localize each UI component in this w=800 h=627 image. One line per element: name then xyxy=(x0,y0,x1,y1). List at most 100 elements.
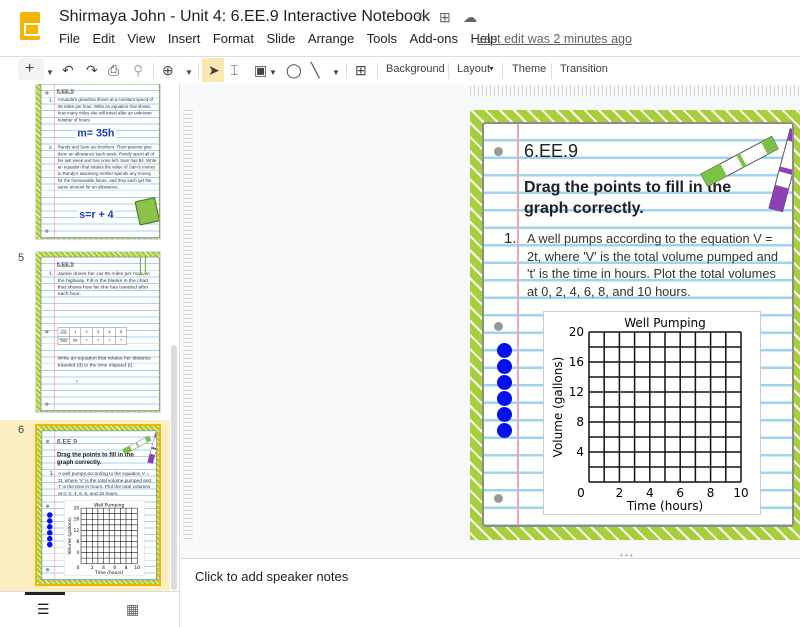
line-dropdown-icon[interactable]: ▼ xyxy=(332,65,340,81)
new-slide-button[interactable]: + xyxy=(18,58,44,80)
menu-view[interactable]: View xyxy=(127,31,155,46)
question-text: Amanda's grandma drives at a constant sp… xyxy=(57,97,154,123)
slide-number-6: 6 xyxy=(18,424,25,436)
menu-slide[interactable]: Slide xyxy=(267,31,296,46)
transition-button[interactable]: Transition xyxy=(560,63,608,75)
question-text: A well pumps according to the equation V… xyxy=(58,470,151,496)
x-axis-label: Time (hours) xyxy=(626,499,703,513)
draggable-point[interactable] xyxy=(497,391,512,406)
layout-dropdown-icon[interactable]: ▼ xyxy=(488,66,495,73)
cloud-status-icon[interactable]: ☁ xyxy=(463,9,477,26)
document-title[interactable]: Shirmaya John - Unit 4: 6.EE.9 Interacti… xyxy=(59,8,430,26)
layout-button[interactable]: Layout xyxy=(457,63,490,75)
filmstrip-view-icon[interactable]: ☰ xyxy=(37,601,50,618)
y-axis-label: Volume (gallons) xyxy=(551,357,565,458)
slide-5: 6.EE.9 1. Jackie drives her car 65 miles… xyxy=(36,252,160,412)
question-text[interactable]: A well pumps according to the equation V… xyxy=(527,230,789,300)
x-tick-label: 10 xyxy=(134,565,140,571)
text-box-icon[interactable]: ⌶ xyxy=(230,62,238,78)
print-icon[interactable]: ⎙ xyxy=(108,62,119,78)
draggable-point[interactable] xyxy=(497,423,512,438)
zoom-dropdown-icon[interactable]: ▼ xyxy=(185,65,193,81)
shape-icon[interactable]: ◯ xyxy=(286,62,302,78)
standard-code: 6.EE.9 xyxy=(56,261,74,268)
new-slide-dropdown-icon[interactable]: ▼ xyxy=(46,65,54,81)
x-tick-label: 0 xyxy=(77,565,80,571)
draggable-point xyxy=(46,524,53,530)
grid-view-icon[interactable]: ▦ xyxy=(126,601,139,618)
last-edit-link[interactable]: Last edit was 2 minutes ago xyxy=(477,32,632,46)
menu-edit[interactable]: Edit xyxy=(92,31,114,46)
view-switcher: ☰ ▦ xyxy=(0,591,180,627)
markers-image[interactable] xyxy=(689,124,794,219)
draggable-point[interactable] xyxy=(497,375,512,390)
paint-format-icon[interactable]: ⚲ xyxy=(133,62,143,78)
zoom-icon[interactable]: ⊕ xyxy=(162,62,174,78)
markers-image xyxy=(122,432,157,464)
chart-title: Well Pumping xyxy=(94,502,124,508)
chart-svg: Well Pumping0 2 4 6 8 1048121620Time (hours)V… xyxy=(67,502,140,576)
undo-icon[interactable]: ↶ xyxy=(62,62,74,78)
plus-icon: + xyxy=(25,60,35,77)
y-tick-label: 8 xyxy=(76,539,79,545)
draggable-point[interactable] xyxy=(497,407,512,422)
menu-file[interactable]: File xyxy=(59,31,80,46)
y-tick-label: 16 xyxy=(569,355,584,369)
image-icon[interactable]: ▣ xyxy=(254,62,267,78)
slides-logo[interactable] xyxy=(20,12,40,40)
y-tick-label: 16 xyxy=(74,517,80,523)
question-number: 1. xyxy=(48,269,54,276)
select-tool-button[interactable]: ➤ xyxy=(202,58,224,82)
answer-text: ? xyxy=(75,380,79,385)
speaker-notes[interactable]: Click to add speaker notes xyxy=(181,558,800,627)
speaker-notes-placeholder[interactable]: Click to add speaker notes xyxy=(195,569,348,584)
comment-icon[interactable]: ⊞ xyxy=(355,62,367,78)
draggable-point[interactable] xyxy=(497,343,512,358)
answer-text: m= 35h xyxy=(75,127,116,140)
menu-arrange[interactable]: Arrange xyxy=(308,31,354,46)
x-tick-label: 2 xyxy=(91,565,94,571)
x-tick-label: 8 xyxy=(707,486,715,500)
move-folder-icon[interactable]: ⊞ xyxy=(439,9,451,26)
x-tick-label: 6 xyxy=(676,486,684,500)
question-number: 1. xyxy=(49,470,55,477)
draggable-point xyxy=(46,535,53,542)
question-number: 1. xyxy=(504,230,517,247)
filmstrip-scrollbar[interactable] xyxy=(171,345,177,590)
theme-button[interactable]: Theme xyxy=(512,63,546,75)
slide-thumbnail-6[interactable]: 6.EE.9 Drag the points to fill in the gr… xyxy=(35,424,161,586)
menu-bar: File Edit View Insert Format Slide Arran… xyxy=(59,31,510,46)
background-button[interactable]: Background xyxy=(386,63,445,75)
slide-thumbnail-4[interactable]: 6.EE.9 1. Amanda's grandma drives at a c… xyxy=(35,84,161,240)
y-tick-label: 12 xyxy=(569,385,584,399)
answer-text: s=r + 4 xyxy=(77,208,116,221)
y-tick-label: 8 xyxy=(576,415,584,429)
y-tick-label: 20 xyxy=(74,506,80,512)
question-text: Randy and Sam are brothers. Their parent… xyxy=(57,145,157,190)
redo-icon[interactable]: ↷ xyxy=(86,62,98,78)
line-icon[interactable]: ╲ xyxy=(311,62,319,78)
question-number: 1. xyxy=(48,96,54,103)
chart-well-pumping: Well Pumping 0 2 4 6 8 10 4 8 12 16 20 Time (hours) V… xyxy=(543,311,761,515)
slide-thumbnail-5[interactable]: 6.EE.9 1. Jackie drives her car 65 miles… xyxy=(35,251,161,413)
menu-insert[interactable]: Insert xyxy=(168,31,201,46)
x-tick-label: 8 xyxy=(125,565,128,571)
horizontal-ruler xyxy=(470,86,800,96)
menu-addons[interactable]: Add-ons xyxy=(410,31,458,46)
y-tick-label: 4 xyxy=(76,550,79,556)
draggable-point xyxy=(46,512,53,518)
menu-tools[interactable]: Tools xyxy=(367,31,397,46)
y-axis-label: Volume (gallons) xyxy=(67,517,73,554)
image-dropdown-icon[interactable]: ▼ xyxy=(269,65,277,81)
standard-code: 6.EE.9 xyxy=(56,437,77,445)
standard-code: 6.EE.9 xyxy=(56,88,74,95)
y-tick-label: 20 xyxy=(569,325,584,339)
slide-6-thumbnail-content: 6.EE.9 Drag the points to fill in the gr… xyxy=(37,426,159,584)
star-icon[interactable]: ☆ xyxy=(415,9,428,26)
draggable-point xyxy=(46,541,53,548)
slide-4: 6.EE.9 1. Amanda's grandma drives at a c… xyxy=(36,84,160,239)
filmstrip: 6.EE.9 1. Amanda's grandma drives at a c… xyxy=(0,84,180,591)
menu-format[interactable]: Format xyxy=(213,31,254,46)
standard-code[interactable]: 6.EE.9 xyxy=(524,141,578,162)
draggable-point[interactable] xyxy=(497,359,512,374)
